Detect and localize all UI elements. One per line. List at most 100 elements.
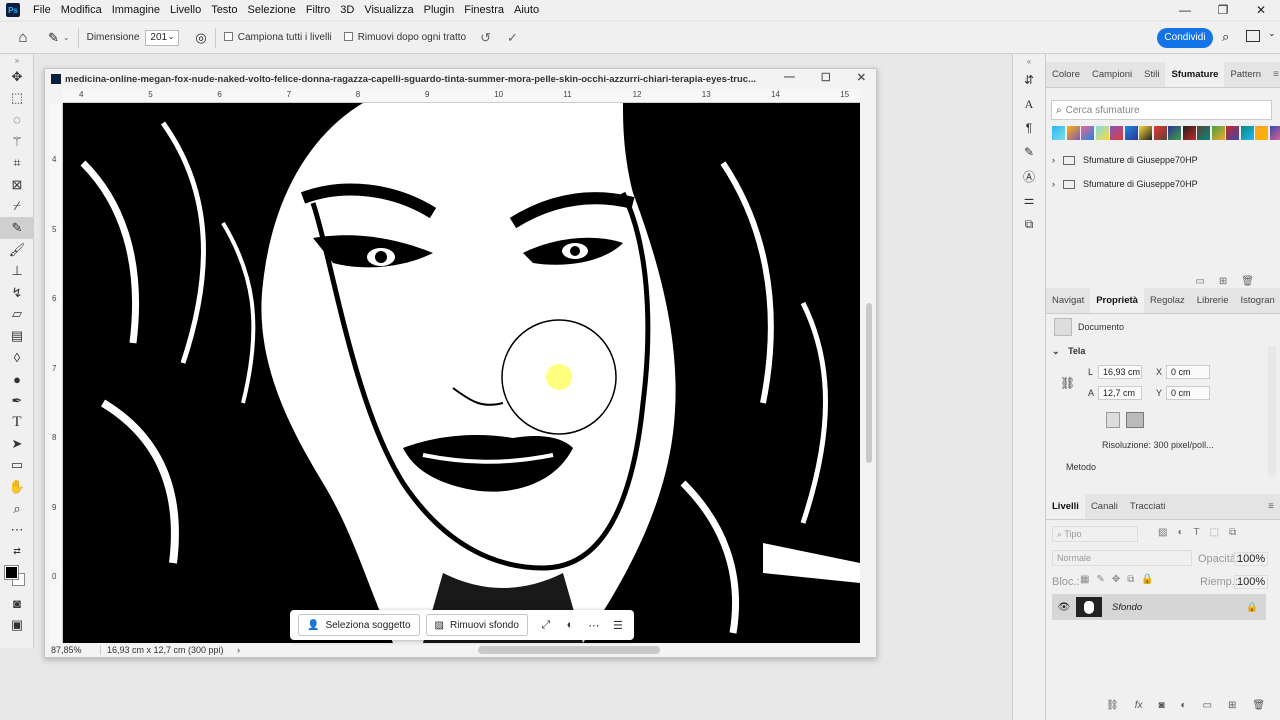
sample-all-layers-checkbox[interactable]: Campiona tutti i livelli (223, 32, 332, 43)
pen-tool-icon[interactable]: ✒ (0, 390, 34, 412)
tab-histogram[interactable]: Istogran (1234, 288, 1280, 313)
shape-filter-icon[interactable]: ⬚ (1210, 527, 1219, 538)
gradient-swatch[interactable] (1240, 126, 1254, 140)
gradient-swatch[interactable] (1095, 126, 1109, 140)
lock-all-icon[interactable]: 🔒 (1141, 574, 1153, 585)
menu-finestra[interactable]: Finestra (459, 4, 509, 16)
properties-scrollbar[interactable] (1268, 346, 1276, 476)
gradient-swatch[interactable] (1226, 126, 1239, 140)
tab-colore[interactable]: Colore (1046, 62, 1086, 87)
type-tool-icon[interactable]: T (0, 412, 34, 434)
spot-healing-brush-icon[interactable]: ✎ (48, 30, 59, 46)
gradient-swatch[interactable] (1168, 126, 1181, 140)
check-icon[interactable]: ✓ (507, 30, 518, 46)
hand-tool-icon[interactable]: ✋ (0, 476, 34, 498)
lock-transparency-icon[interactable]: ▦ (1080, 574, 1089, 585)
layer-name[interactable]: Sfondo (1112, 602, 1142, 613)
transform-icon[interactable]: ⤢ (534, 619, 558, 632)
menu-filtro[interactable]: Filtro (301, 4, 335, 16)
adjustment-layer-icon[interactable]: ◐ (1181, 700, 1187, 711)
layer-comps-icon[interactable]: ⧉ (1013, 212, 1045, 236)
fx-icon[interactable]: fx (1135, 700, 1143, 711)
gradient-swatch[interactable] (1197, 126, 1210, 140)
eye-icon[interactable]: 👁 (1052, 602, 1076, 613)
chevron-down-icon[interactable]: ⌄ (1268, 28, 1276, 39)
share-button[interactable]: Condividi (1157, 28, 1213, 48)
minimize-button[interactable]: — (1166, 0, 1204, 20)
y-input[interactable]: 0 cm (1166, 386, 1210, 400)
color-swatches[interactable] (0, 563, 34, 593)
gradient-swatch[interactable] (1269, 126, 1280, 140)
tab-stili[interactable]: Stili (1138, 62, 1165, 87)
new-group-icon[interactable]: ▭ (1203, 700, 1212, 711)
x-input[interactable]: 0 cm (1166, 365, 1210, 379)
opacity-input[interactable]: 100% (1234, 552, 1269, 566)
blend-mode-select[interactable]: Normale (1052, 550, 1192, 566)
collapse-icon[interactable]: « (1013, 54, 1045, 68)
remove-after-stroke-checkbox[interactable]: Rimuovi dopo ogni tratto (343, 32, 466, 43)
type-filter-icon[interactable]: T (1194, 527, 1200, 538)
portrait-orientation-icon[interactable] (1106, 412, 1120, 428)
menu-selezione[interactable]: Selezione (242, 4, 300, 16)
adjustments-icon[interactable]: ⚌ (1013, 188, 1045, 212)
pixel-filter-icon[interactable]: ▨ (1158, 527, 1167, 538)
tab-pattern[interactable]: Pattern (1224, 62, 1267, 87)
menu-aiuto[interactable]: Aiuto (509, 4, 544, 16)
gradient-tool-icon[interactable]: ▤ (0, 325, 34, 347)
tab-layers[interactable]: Livelli (1046, 494, 1085, 519)
tab-properties[interactable]: Proprietà (1090, 288, 1144, 313)
menu-3d[interactable]: 3D (335, 4, 359, 16)
gradient-folder[interactable]: › Sfumature di Giuseppe70HP (1052, 174, 1198, 194)
add-mask-icon[interactable]: ◙ (1158, 700, 1164, 711)
brush-tool-icon[interactable]: 🖌 (0, 239, 34, 261)
gradient-swatch[interactable] (1066, 126, 1080, 140)
lock-pixels-icon[interactable]: ✎ (1096, 574, 1104, 585)
tab-sfumature[interactable]: Sfumature (1165, 62, 1225, 87)
document-tab[interactable]: medicina-online-megan-fox-nude-naked-vol… (45, 69, 876, 89)
more-tools-icon[interactable]: ⋯ (0, 519, 34, 541)
gradient-swatch[interactable] (1081, 126, 1094, 140)
history-brush-icon[interactable]: ↯ (0, 282, 34, 304)
brush-settings-icon[interactable]: ✎ (1013, 140, 1045, 164)
maximize-button[interactable]: ❐ (1204, 0, 1242, 20)
menu-plugin[interactable]: Plugin (419, 4, 460, 16)
new-group-icon[interactable]: ▭ (1195, 276, 1204, 287)
foreground-color[interactable] (4, 564, 19, 580)
magic-wand-icon[interactable]: ⚚ (0, 131, 34, 153)
vertical-scrollbar[interactable] (863, 103, 875, 643)
menu-visualizza[interactable]: Visualizza (359, 4, 418, 16)
undo-icon[interactable]: ↺ (480, 30, 491, 46)
link-layers-icon[interactable]: ⛓ (1106, 700, 1119, 711)
marquee-tool-icon[interactable]: ⬚ (0, 88, 34, 110)
horizontal-scroll-thumb[interactable] (478, 646, 660, 654)
gradient-swatch[interactable] (1052, 126, 1065, 140)
adjustment-filter-icon[interactable]: ◐ (1177, 527, 1183, 538)
workspace-icon[interactable] (1246, 30, 1260, 42)
size-input[interactable]: 201 ⌄ (145, 29, 180, 46)
gradient-swatch[interactable] (1139, 126, 1152, 140)
width-input[interactable]: 16,93 cm (1098, 365, 1142, 379)
landscape-orientation-icon[interactable] (1126, 412, 1144, 428)
tab-paths[interactable]: Tracciati (1124, 494, 1172, 519)
gradient-search-input[interactable]: ⌕ Cerca sfumature (1051, 100, 1272, 120)
panel-menu-icon[interactable]: ≡ (1262, 494, 1280, 519)
glyphs-icon[interactable]: Ⓐ (1013, 164, 1045, 188)
gradient-swatch[interactable] (1124, 126, 1138, 140)
trash-icon[interactable]: 🗑 (1252, 700, 1265, 711)
gradient-swatch[interactable] (1182, 126, 1196, 140)
rectangle-tool-icon[interactable]: ▭ (0, 455, 34, 477)
tab-libraries[interactable]: Librerie (1191, 288, 1235, 313)
adjustment-icon[interactable]: ◐ (558, 619, 582, 631)
path-selection-icon[interactable]: ➤ (0, 433, 34, 455)
height-input[interactable]: 12,7 cm (1098, 386, 1142, 400)
home-icon[interactable]: ⌂ (0, 29, 46, 46)
lock-position-icon[interactable]: ✥ (1112, 574, 1120, 585)
close-button[interactable]: ✕ (1242, 0, 1280, 20)
tab-channels[interactable]: Canali (1085, 494, 1124, 519)
tab-adjustments[interactable]: Regolaz (1144, 288, 1191, 313)
history-icon[interactable]: ⇵ (1013, 68, 1045, 92)
frame-tool-icon[interactable]: ⊠ (0, 174, 34, 196)
collapse-icon[interactable]: » (0, 54, 34, 66)
blur-tool-icon[interactable]: ◊ (0, 347, 34, 369)
layer-filter-select[interactable]: ⌕ Tipo (1052, 526, 1138, 542)
